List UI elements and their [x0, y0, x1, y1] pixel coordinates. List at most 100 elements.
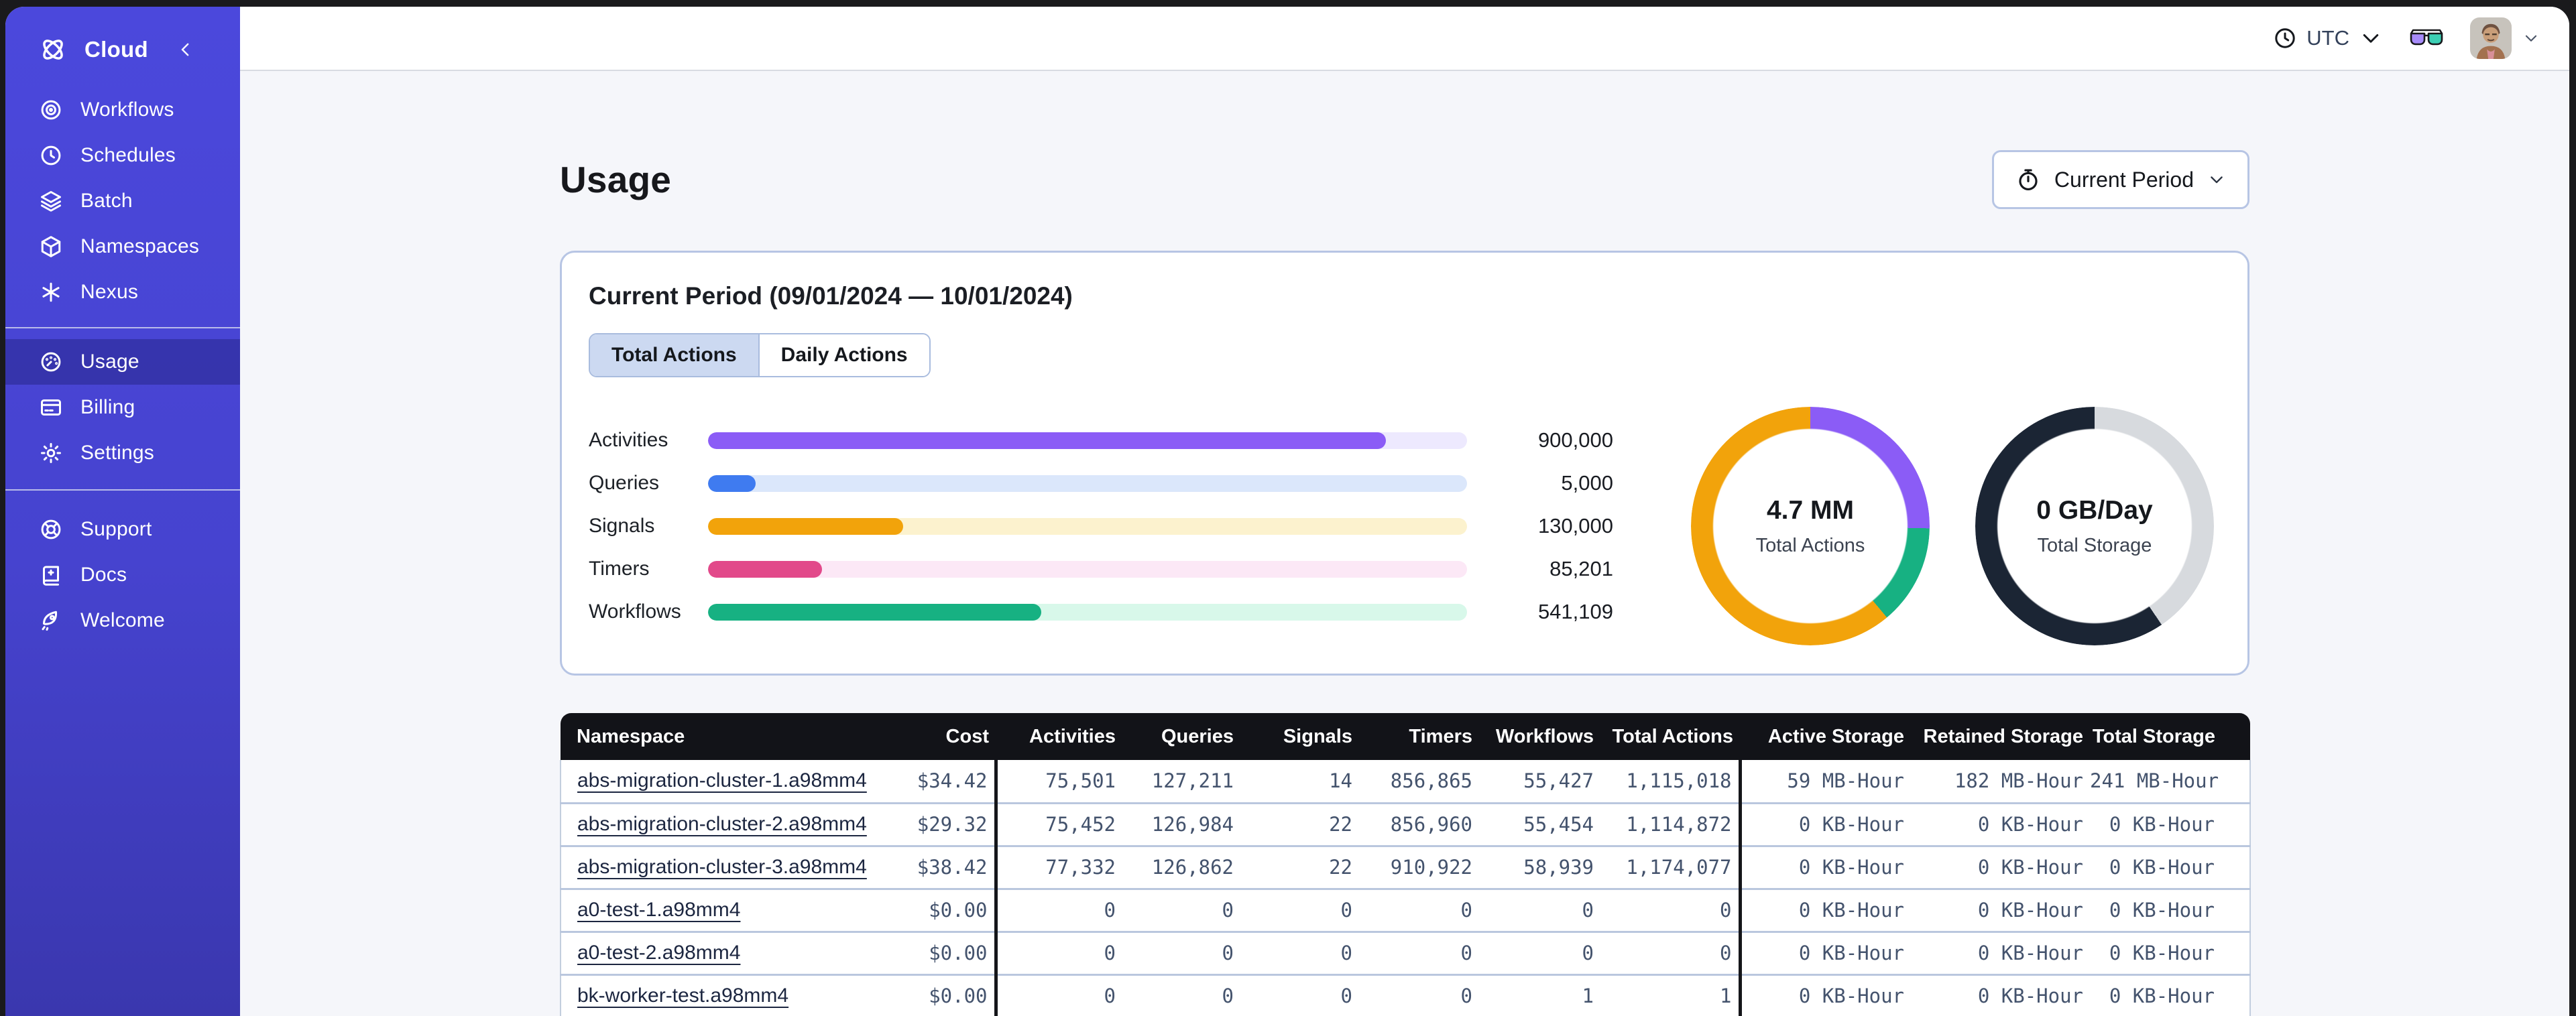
table-cell-workflows: 55,427 [1479, 760, 1600, 804]
sidebar-item-support[interactable]: Support [5, 507, 240, 552]
table-cell-active-storage: 0 KB-Hour [1738, 932, 1911, 976]
table-cell-active-storage: 59 MB-Hour [1738, 760, 1911, 804]
table-cell-workflows: 0 [1479, 932, 1600, 976]
table-cell-queries: 126,984 [1122, 803, 1240, 847]
namespace-cell: abs-migration-cluster-3.a98mm4 [560, 846, 867, 890]
usage-bar-chart: Activities 900,000 Queries 5,000 Signals 1… [589, 419, 1653, 633]
bar-fill [708, 517, 903, 535]
page-title: Usage [560, 159, 672, 200]
sidebar-nav-account: Usage Billing Settings [5, 339, 240, 476]
total-storage-donut: 0 GB/Day Total Storage [1975, 407, 2214, 645]
sidebar-logo: Cloud [5, 25, 240, 74]
table-header-row: Namespace Cost Activities Queries Signals Tim… [561, 713, 2250, 760]
bar-label: Queries [589, 472, 660, 494]
usage-donuts: 4.7 MM Total Actions 0 GB/Day Total Stor… [1691, 407, 2214, 645]
table-cell-timers: 856,960 [1359, 803, 1479, 847]
sidebar-item-label: Support [80, 518, 152, 540]
namespace-link[interactable]: abs-migration-cluster-3.a98mm4 [577, 856, 867, 878]
table-cell-total-actions: 1,174,077 [1600, 846, 1740, 890]
sidebar-item-nexus[interactable]: Nexus [5, 269, 240, 315]
table-cell-cost: $0.00 [856, 974, 996, 1016]
account-menu[interactable] [2470, 17, 2540, 59]
table-cell-cost: $38.42 [856, 846, 996, 890]
bar-value: 130,000 [1537, 514, 1613, 537]
table-cell-cost: $34.42 [856, 760, 996, 804]
table-cell-total-actions: 0 [1600, 889, 1740, 933]
column-header-active-storage: Active Storage [1740, 713, 1911, 760]
table-cell-queries: 0 [1122, 932, 1240, 976]
table-cell-signals: 14 [1240, 760, 1359, 804]
table-cell-timers: 0 [1359, 889, 1479, 933]
sidebar-item-namespaces[interactable]: Namespaces [5, 224, 240, 269]
sidebar-item-label: Docs [80, 564, 127, 586]
table-row: abs-migration-cluster-1.a98mm4 $34.42 75,5… [560, 760, 2251, 804]
namespace-link[interactable]: bk-worker-test.a98mm4 [577, 985, 788, 1007]
support-icon [39, 517, 63, 542]
table-cell-cost: $0.00 [856, 932, 996, 976]
namespace-usage-table: Namespace Cost Activities Queries Signals Tim… [560, 713, 2251, 1016]
namespace-link[interactable]: abs-migration-cluster-2.a98mm4 [577, 813, 867, 835]
sidebar-item-label: Settings [80, 442, 154, 464]
table-cell-workflows: 58,939 [1479, 846, 1600, 890]
namespace-link[interactable]: a0-test-1.a98mm4 [577, 899, 740, 921]
table-cell-signals: 0 [1240, 889, 1359, 933]
sidebar-item-welcome[interactable]: Welcome [5, 598, 240, 643]
content-scroll-area[interactable]: Usage Current Period Current Period (09/… [240, 71, 2569, 1016]
sidebar-item-label: Schedules [80, 144, 176, 166]
table-cell-workflows: 1 [1479, 974, 1600, 1016]
sidebar-nav-main: Workflows Schedules Batch Namespaces Nex… [5, 87, 240, 315]
table-cell-timers: 856,865 [1359, 760, 1479, 804]
tab-total-actions[interactable]: Total Actions [590, 334, 758, 376]
bar-label: Signals [589, 515, 655, 537]
sidebar-collapse-icon[interactable] [176, 40, 196, 60]
bar-value: 541,109 [1537, 600, 1613, 623]
table-cell-queries: 0 [1122, 889, 1240, 933]
table-cell-total-actions: 1 [1600, 974, 1740, 1016]
namespace-link[interactable]: abs-migration-cluster-1.a98mm4 [577, 769, 867, 791]
sidebar-logo-label: Cloud [84, 37, 148, 62]
table-cell-cost: $29.32 [856, 803, 996, 847]
namespace-cell: abs-migration-cluster-1.a98mm4 [560, 760, 867, 804]
table-cell-active-storage: 0 KB-Hour [1738, 803, 1911, 847]
avatar [2470, 17, 2512, 59]
bar-label: Activities [589, 429, 668, 451]
sidebar-item-batch[interactable]: Batch [5, 178, 240, 224]
column-header-workflows: Workflows [1479, 713, 1600, 760]
bar-value: 900,000 [1537, 428, 1613, 452]
column-header-timers: Timers [1359, 713, 1479, 760]
chevron-down-icon [2522, 29, 2540, 47]
sidebar-item-label: Billing [80, 396, 135, 418]
table-row: abs-migration-cluster-3.a98mm4 $38.42 77,3… [560, 846, 2251, 890]
period-dropdown-label: Current Period [2054, 167, 2194, 192]
sidebar-item-label: Workflows [80, 99, 174, 121]
sidebar-nav-help: Support Docs Welcome [5, 507, 240, 643]
total-actions-value: 4.7 MM [1766, 495, 1855, 525]
sidebar-item-usage[interactable]: Usage [5, 339, 240, 385]
nexus-icon [39, 280, 63, 304]
namespace-link[interactable]: a0-test-2.a98mm4 [577, 942, 740, 964]
table-cell-workflows: 0 [1479, 889, 1600, 933]
sidebar-item-label: Nexus [80, 281, 139, 303]
welcome-icon [39, 609, 63, 633]
current-period-title: Current Period (09/01/2024 — 10/01/2024) [589, 282, 1073, 310]
table-cell-total-storage: 0 KB-Hour [2090, 846, 2251, 890]
workflows-icon [39, 98, 63, 122]
stopwatch-icon [2015, 167, 2041, 192]
sidebar-item-docs[interactable]: Docs [5, 552, 240, 598]
sidebar-item-settings[interactable]: Settings [5, 430, 240, 476]
table-cell-active-storage: 0 KB-Hour [1738, 974, 1911, 1016]
column-header-total-actions: Total Actions [1600, 713, 1740, 760]
sidebar-item-workflows[interactable]: Workflows [5, 87, 240, 133]
glasses-icon[interactable] [2410, 28, 2443, 48]
tab-daily-actions[interactable]: Daily Actions [758, 334, 929, 376]
batch-icon [39, 189, 63, 213]
period-dropdown-button[interactable]: Current Period [1991, 150, 2249, 209]
table-cell-active-storage: 0 KB-Hour [1738, 846, 1911, 890]
actions-tabs: Total Actions Daily Actions [589, 333, 931, 377]
sidebar-item-billing[interactable]: Billing [5, 385, 240, 430]
sidebar-item-schedules[interactable]: Schedules [5, 133, 240, 178]
bar-fill [708, 603, 1041, 621]
docs-icon [39, 563, 63, 587]
current-period-card: Current Period (09/01/2024 — 10/01/2024)… [560, 251, 2249, 676]
timezone-selector[interactable]: UTC [2273, 26, 2383, 50]
